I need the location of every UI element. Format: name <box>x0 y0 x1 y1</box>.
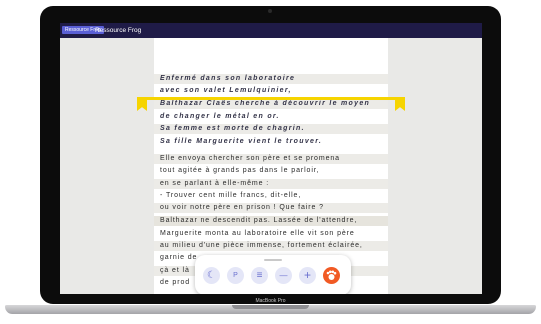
text-line: au milieu d'une pièce immense, fortement… <box>154 241 388 251</box>
toolbar-drag-handle[interactable] <box>264 259 282 261</box>
floating-toolbar: ☾ P ≡ — + <box>195 255 351 294</box>
laptop-notch <box>232 305 309 309</box>
lines-icon: ≡ <box>256 270 263 281</box>
text-line: avec son valet Lemulquinier, <box>160 87 292 94</box>
ruler-left-handle[interactable] <box>137 97 147 111</box>
text-line: Balthazar ne descendit pas. Lassée de l'… <box>154 216 388 226</box>
text-line: de changer le métal en or. <box>160 113 280 120</box>
reading-ruler[interactable] <box>137 97 405 100</box>
zoom-in-button[interactable]: + <box>299 267 316 284</box>
text-line: Sa femme est morte de chagrin. <box>154 124 388 134</box>
text-line: Sa fille Marguerite vient le trouver. <box>160 138 323 145</box>
text-line: Enfermé dans son laboratoire <box>154 74 388 84</box>
moon-icon: ☾ <box>207 270 216 281</box>
minus-icon: — <box>279 271 288 280</box>
menu-button[interactable]: ≡ <box>251 267 268 284</box>
device-brand: MacBook Pro <box>255 298 286 304</box>
night-mode-button[interactable]: ☾ <box>203 267 220 284</box>
plus-icon: + <box>303 268 311 282</box>
reader-viewport: Enfermé dans son laboratoire avec son va… <box>60 23 482 294</box>
camera-icon <box>268 9 272 13</box>
text-line: Balthazar Claës cherche à découvrir le m… <box>154 99 388 109</box>
frog-button[interactable] <box>323 267 340 284</box>
text-line: tout agitée à grands pas dans le parloir… <box>160 167 320 174</box>
frog-hand-icon <box>326 270 337 280</box>
ruler-right-handle[interactable] <box>395 97 405 111</box>
text-line: Elle envoya chercher son père et se prom… <box>154 154 388 164</box>
zoom-out-button[interactable]: — <box>275 267 292 284</box>
text-line: en se parlant à elle-même : <box>154 179 388 189</box>
parking-button[interactable]: P <box>227 267 244 284</box>
text-line: ou voir notre père en prison ! Que faire… <box>154 203 388 213</box>
text-line: Marguerite monta au laboratoire elle vit… <box>160 230 355 237</box>
text-line: - Trouver cent mille francs, dit-elle, <box>160 192 302 199</box>
p-icon: P <box>233 272 238 279</box>
